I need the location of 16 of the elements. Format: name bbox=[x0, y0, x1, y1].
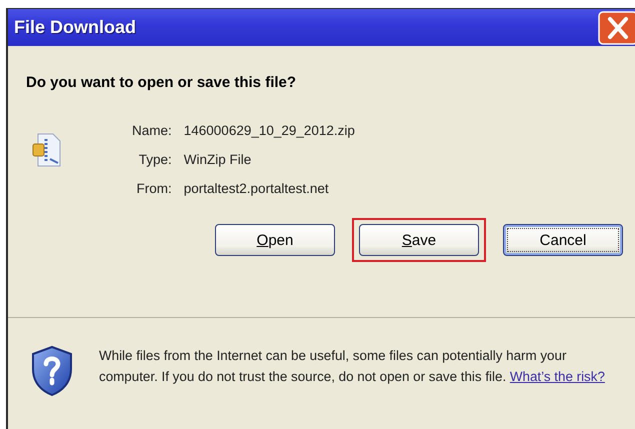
close-icon[interactable] bbox=[598, 10, 635, 44]
field-label: From: bbox=[136, 181, 172, 196]
dialog-question: Do you want to open or save this file? bbox=[26, 74, 298, 91]
dialog-button[interactable]: Open bbox=[215, 224, 335, 256]
risk-link[interactable]: What’s the risk? bbox=[510, 369, 605, 384]
shield-question-icon bbox=[30, 345, 74, 397]
security-warning: While files from the Internet can be useful, some files can potentially harm your computer. If you do not trust the source, do not open or save this file. What’s the risk? bbox=[99, 347, 606, 386]
field-value: 146000629_10_29_2012.zip bbox=[184, 123, 355, 138]
field-label: Type: bbox=[138, 152, 172, 167]
field-label: Name: bbox=[132, 123, 172, 138]
zip-file-icon bbox=[32, 133, 62, 167]
dialog-button[interactable]: Cancel bbox=[503, 224, 623, 256]
dialog-button[interactable]: Save bbox=[359, 224, 479, 256]
field-value: WinZip File bbox=[184, 152, 252, 167]
field-value: portaltest2.portaltest.net bbox=[184, 181, 330, 196]
window-title: File Download bbox=[14, 17, 136, 38]
